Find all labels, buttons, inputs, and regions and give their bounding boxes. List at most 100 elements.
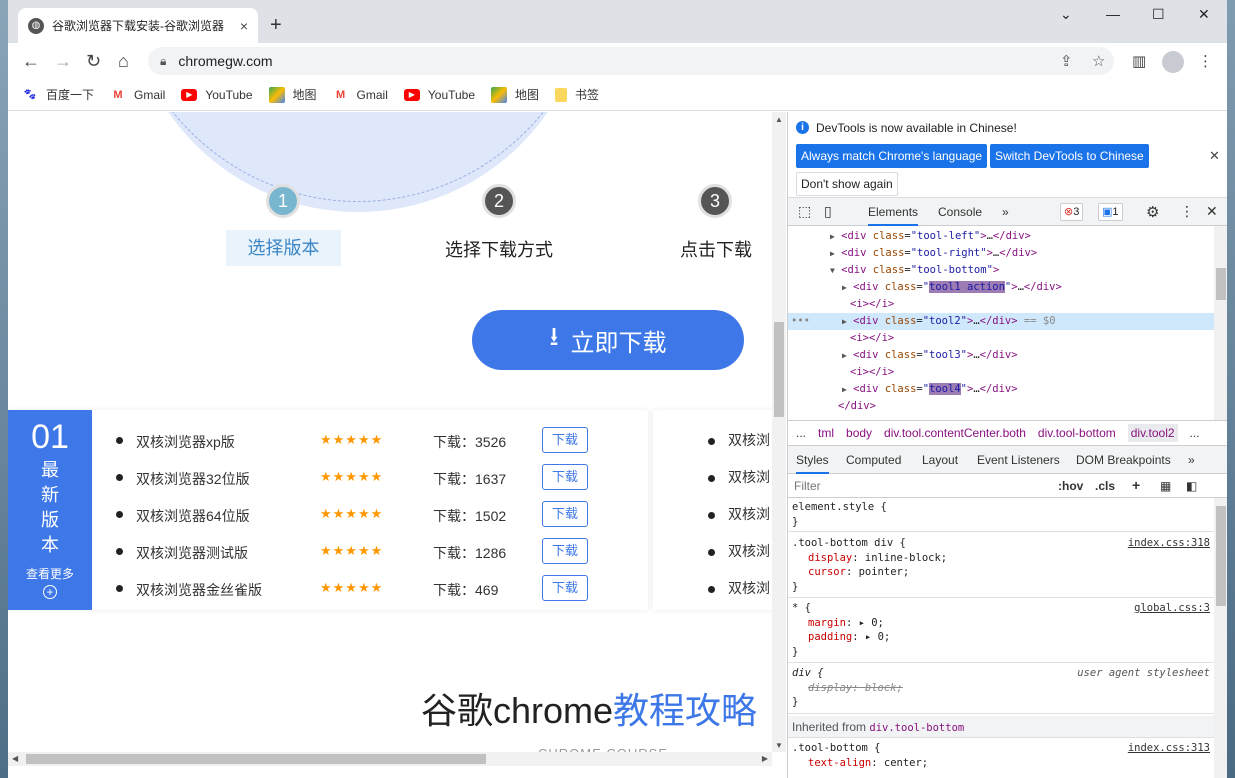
scrollbar-thumb[interactable] xyxy=(26,754,486,764)
dom-node[interactable]: ▼ <div class="tool-bottom"> xyxy=(788,262,1214,279)
dom-node-selected[interactable]: ••• ▶ <div class="tool2">…</div> == $0 xyxy=(788,313,1214,330)
step-3-label[interactable]: 点击下载 xyxy=(680,236,752,262)
list-item[interactable]: 双核浏 xyxy=(708,541,770,561)
new-tab-button[interactable]: + xyxy=(270,14,282,37)
close-window-button[interactable]: ✕ xyxy=(1198,6,1210,23)
style-rule-tool-bottom-div[interactable]: .tool-bottom div { index.css:318 display… xyxy=(788,534,1214,598)
settings-gear-icon[interactable]: ⚙ xyxy=(1146,203,1159,221)
bookmark-star-icon[interactable]: ☆ xyxy=(1092,52,1105,70)
page-horizontal-scrollbar[interactable]: ◀ ▶ xyxy=(8,752,772,766)
class-toggle[interactable]: .cls xyxy=(1095,479,1115,493)
list-item[interactable]: 双核浏 xyxy=(708,430,770,450)
crumb-more[interactable]: ... xyxy=(796,426,806,440)
version-name[interactable]: 双核浏览器金丝雀版 xyxy=(136,580,262,600)
reload-icon[interactable]: ↻ xyxy=(86,51,101,72)
version-download-button[interactable]: 下载 xyxy=(542,464,588,490)
list-item[interactable]: 双核浏 xyxy=(708,578,770,598)
back-arrow-icon[interactable]: ← xyxy=(22,51,40,72)
version-download-button[interactable]: 下载 xyxy=(542,538,588,564)
version-download-button[interactable]: 下载 xyxy=(542,427,588,453)
styles-filter-input[interactable]: Filter xyxy=(794,479,821,493)
bookmark-gmail[interactable]: M Gmail xyxy=(110,87,165,103)
version-name[interactable]: 双核浏览器测试版 xyxy=(136,543,248,563)
version-name[interactable]: 双核浏览器32位版 xyxy=(136,469,250,489)
close-notice-icon[interactable]: ✕ xyxy=(1209,148,1220,164)
list-item[interactable]: 双核浏 xyxy=(708,467,770,487)
step-1-label[interactable]: 选择版本 xyxy=(226,230,341,266)
style-rule-tool-bottom[interactable]: .tool-bottom { index.css:313 text-align:… xyxy=(788,739,1214,778)
version-name[interactable]: 双核浏览器64位版 xyxy=(136,506,250,526)
dom-node[interactable]: ▶ <div class="tool1 action">…</div> xyxy=(788,279,1214,296)
scroll-down-arrow-icon[interactable]: ▼ xyxy=(775,741,783,750)
errors-badge[interactable]: ⊗3 xyxy=(1060,203,1084,221)
source-link[interactable]: index.css:313 xyxy=(1128,742,1210,754)
profile-avatar[interactable] xyxy=(1162,51,1184,73)
crumb-body[interactable]: body xyxy=(846,426,872,440)
tab-close-icon[interactable]: × xyxy=(240,18,248,34)
bookmark-baidu[interactable]: 🐾︎ 百度一下 xyxy=(22,86,94,103)
version-download-button[interactable]: 下载 xyxy=(542,501,588,527)
close-devtools-icon[interactable]: ✕ xyxy=(1206,203,1218,220)
minimize-button[interactable]: — xyxy=(1106,6,1120,22)
crumb-more-end[interactable]: ... xyxy=(1190,426,1200,440)
tab-search-chevron-icon[interactable]: ⌄ xyxy=(1060,6,1072,23)
dont-show-again-button[interactable]: Don't show again xyxy=(796,172,898,196)
tab-computed[interactable]: Computed xyxy=(846,453,901,467)
style-rule-user-agent[interactable]: div { user agent stylesheet display: blo… xyxy=(788,664,1214,714)
switch-to-chinese-button[interactable]: Switch DevTools to Chinese xyxy=(990,144,1149,168)
device-toolbar-icon[interactable]: ▯ xyxy=(824,203,832,220)
download-now-button[interactable]: ⭳ 立即下载 xyxy=(472,310,744,370)
style-rule-element[interactable]: element.style { } xyxy=(788,498,1214,532)
see-more-link[interactable]: 查看更多 xyxy=(8,565,92,582)
styles-scrollbar[interactable] xyxy=(1214,498,1227,778)
more-tabs-icon[interactable]: » xyxy=(1002,205,1009,219)
scrollbar-thumb[interactable] xyxy=(1216,268,1226,300)
inherited-tag-link[interactable]: div.tool-bottom xyxy=(869,722,964,734)
tab-event-listeners[interactable]: Event Listeners xyxy=(977,453,1060,467)
url-text[interactable]: chromegw.com xyxy=(178,53,272,69)
bookmark-gmail-2[interactable]: M Gmail xyxy=(333,87,388,103)
step-2-label[interactable]: 选择下载方式 xyxy=(445,236,553,262)
bookmark-maps-2[interactable]: 地图 xyxy=(491,86,539,103)
bookmark-maps[interactable]: 地图 xyxy=(268,86,317,103)
crumb-tool2[interactable]: div.tool2 xyxy=(1127,424,1178,442)
forward-arrow-icon[interactable]: → xyxy=(54,51,72,72)
maximize-button[interactable]: ☐ xyxy=(1152,6,1165,23)
step-3-number[interactable]: 3 xyxy=(698,184,732,218)
tab-console[interactable]: Console xyxy=(938,205,982,219)
scrollbar-thumb[interactable] xyxy=(774,322,784,417)
dom-node[interactable]: <i></i> xyxy=(788,296,1214,313)
lock-icon[interactable]: 🔒︎ xyxy=(160,54,166,69)
crumb-tool-bottom[interactable]: div.tool-bottom xyxy=(1038,426,1116,440)
sidebar-toggle-icon[interactable]: ◧ xyxy=(1186,479,1197,493)
page-vertical-scrollbar[interactable]: ▲ ▼ xyxy=(772,112,786,752)
more-subtabs-icon[interactable]: » xyxy=(1188,453,1195,467)
dom-node[interactable]: ▶ <div class="tool-left">…</div> xyxy=(788,228,1214,245)
devtools-menu-icon[interactable]: ⋮ xyxy=(1180,203,1194,220)
style-rule-universal[interactable]: * { global.css:3 margin: ▸ 0; padding: ▸… xyxy=(788,599,1214,663)
scrollbar-thumb[interactable] xyxy=(1216,506,1226,606)
messages-badge[interactable]: ▣1 xyxy=(1098,203,1123,221)
version-name[interactable]: 双核浏览器xp版 xyxy=(136,432,235,452)
tab-layout[interactable]: Layout xyxy=(922,453,958,467)
tab-styles[interactable]: Styles xyxy=(796,453,829,474)
scroll-right-arrow-icon[interactable]: ▶ xyxy=(762,754,768,763)
menu-dots-icon[interactable]: ⋮ xyxy=(1198,52,1213,70)
plus-circle-icon[interactable]: + xyxy=(43,585,57,599)
side-panel-icon[interactable]: ▥ xyxy=(1132,52,1146,70)
step-1-number[interactable]: 1 xyxy=(266,184,300,218)
version-download-button[interactable]: 下载 xyxy=(542,575,588,601)
dom-tree-scrollbar[interactable] xyxy=(1214,226,1227,420)
dom-node[interactable]: ▶ <div class="tool4">…</div> xyxy=(788,381,1214,398)
bookmark-youtube[interactable]: ▶ YouTube xyxy=(181,88,253,102)
bookmark-folder[interactable]: 书签 xyxy=(555,86,599,103)
crumb-html[interactable]: tml xyxy=(818,426,834,440)
home-icon[interactable]: ⌂ xyxy=(118,51,129,72)
match-language-button[interactable]: Always match Chrome's language xyxy=(796,144,988,168)
source-link[interactable]: index.css:318 xyxy=(1128,537,1210,549)
hover-state-toggle[interactable]: :hov xyxy=(1058,479,1083,493)
source-link[interactable]: global.css:3 xyxy=(1134,602,1210,614)
add-rule-icon[interactable]: + xyxy=(1132,477,1140,493)
scroll-up-arrow-icon[interactable]: ▲ xyxy=(775,115,783,124)
dom-node[interactable]: <i></i> xyxy=(788,330,1214,347)
